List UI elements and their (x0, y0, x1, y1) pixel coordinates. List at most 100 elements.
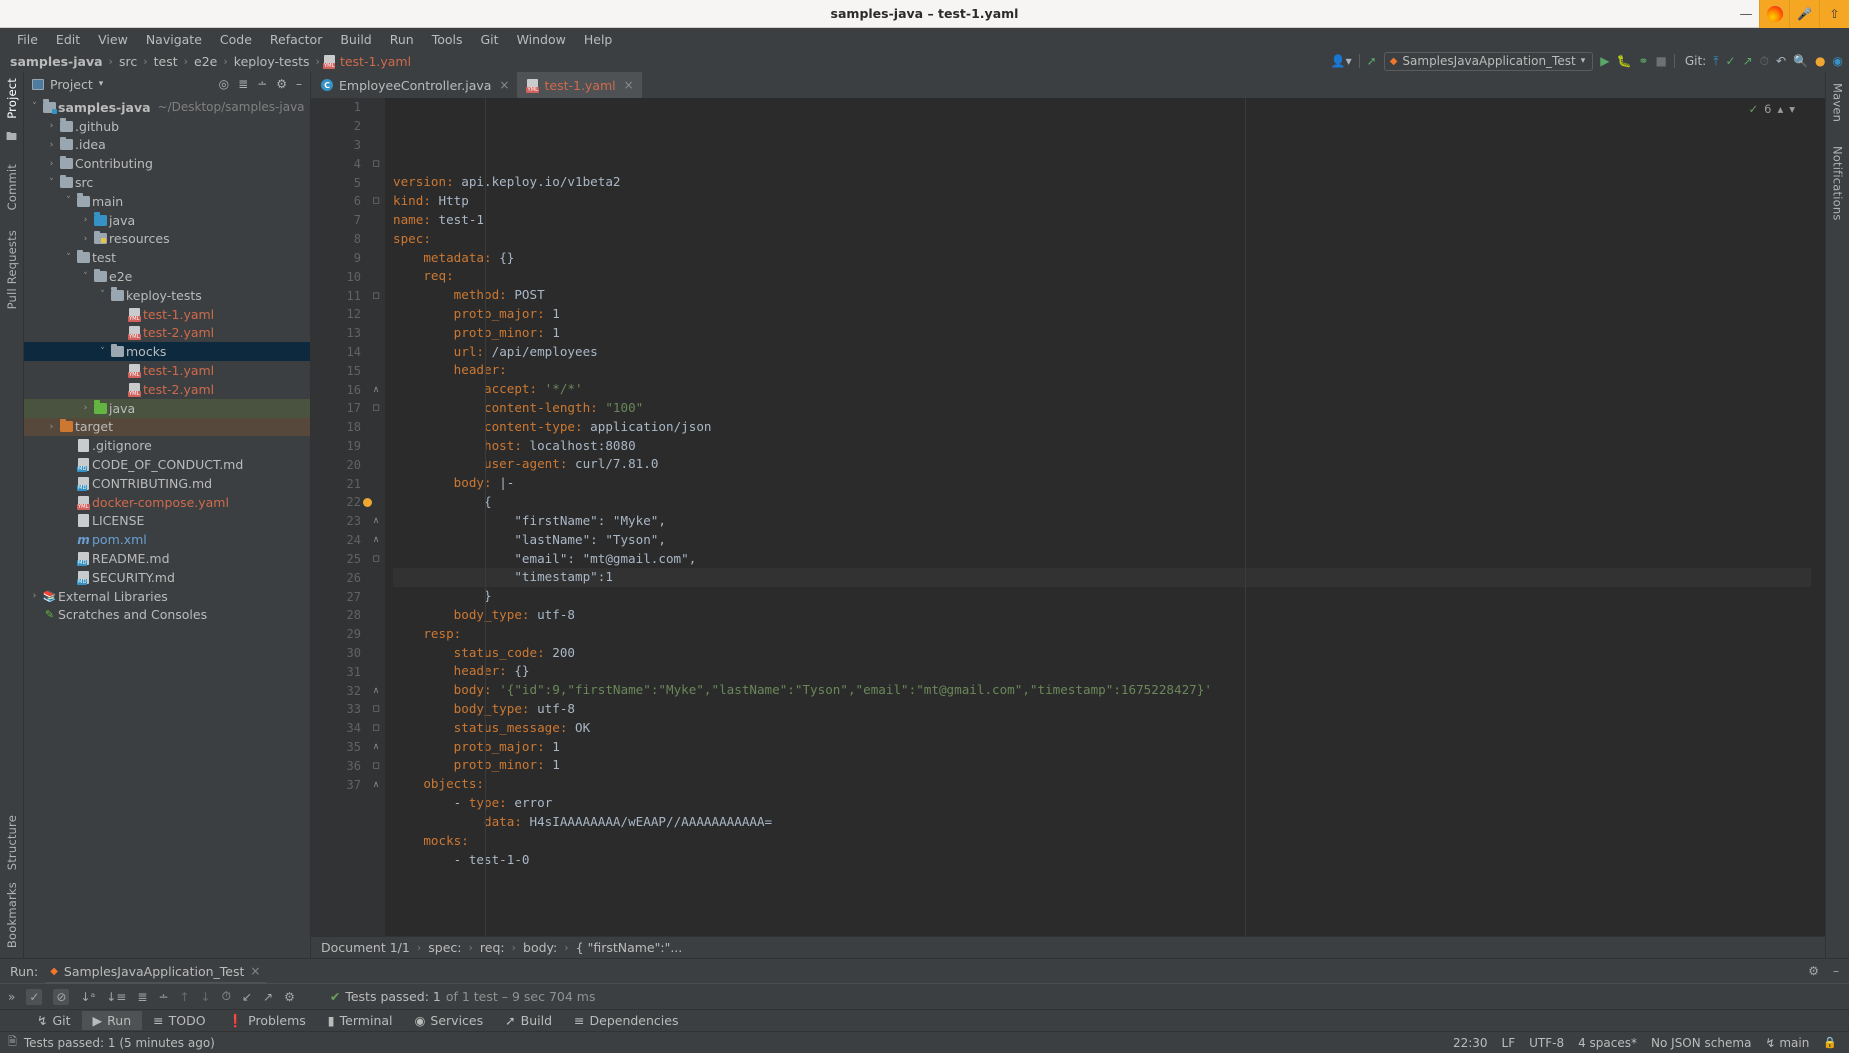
disclosure-arrow[interactable]: › (28, 591, 41, 601)
close-icon[interactable]: × (250, 964, 260, 978)
collapse-all-icon[interactable]: ∸ (158, 990, 168, 1004)
menu-window[interactable]: Window (508, 30, 575, 49)
code-line[interactable]: - type: error (393, 794, 1811, 813)
tree-item-test-1-yaml[interactable]: YML test-1.yaml (24, 305, 310, 324)
status-encoding[interactable]: UTF-8 (1529, 1036, 1564, 1050)
code-line[interactable]: body_type: utf-8 (393, 700, 1811, 719)
code-line[interactable]: proto_minor: 1 (393, 756, 1811, 775)
disclosure-arrow[interactable]: ˅ (62, 196, 75, 206)
code-line[interactable]: status_code: 200 (393, 644, 1811, 663)
tree-item-pom-xml[interactable]: m pom.xml (24, 530, 310, 549)
debug-icon[interactable]: 🐛 (1616, 55, 1631, 67)
code-line[interactable]: method: POST (393, 286, 1811, 305)
fold-marker[interactable]: ∧ (367, 681, 385, 700)
disclosure-arrow[interactable]: ˅ (96, 347, 109, 357)
code-line[interactable]: header: (393, 361, 1811, 380)
locate-icon[interactable]: ◎ (219, 77, 229, 91)
fold-marker[interactable]: ∧ (367, 531, 385, 550)
breadcrumb-keploy-tests[interactable]: keploy-tests (232, 54, 312, 69)
rail-item-structure[interactable]: Structure (5, 809, 19, 876)
code-line[interactable]: mocks: (393, 832, 1811, 851)
disclosure-arrow[interactable]: › (79, 215, 92, 225)
chevron-up-icon[interactable]: ▴ (1777, 102, 1783, 116)
code-line[interactable]: body: '{"id":9,"firstName":"Myke","lastN… (393, 681, 1811, 700)
fold-marker[interactable]: ◻ (367, 756, 385, 775)
tree-item-github[interactable]: › .github (24, 117, 310, 136)
tree-item-security-md[interactable]: MD SECURITY.md (24, 568, 310, 587)
status-indent[interactable]: 4 spaces* (1578, 1036, 1637, 1050)
tree-item-src[interactable]: ˅ src (24, 173, 310, 192)
expand-all-icon[interactable]: ≣ (238, 77, 248, 91)
microphone-icon[interactable]: 🎤 (1789, 0, 1819, 28)
inspection-widget[interactable]: ✓ 6 ▴ ▾ (1748, 102, 1795, 116)
code-line[interactable]: proto_major: 1 (393, 738, 1811, 757)
firefox-icon[interactable] (1759, 0, 1789, 28)
disclosure-arrow[interactable]: ˅ (62, 253, 75, 263)
export-results-icon[interactable]: ↗ (263, 990, 273, 1004)
fold-marker[interactable]: ◻ (367, 719, 385, 738)
chevron-up-icon[interactable]: ➚ (1367, 55, 1377, 67)
code-line[interactable]: status_message: OK (393, 719, 1811, 738)
bottom-tab-todo[interactable]: ≡ TODO (142, 1011, 216, 1030)
disclosure-arrow[interactable]: › (79, 234, 92, 244)
push-icon[interactable]: ↗ (1743, 55, 1753, 67)
menu-file[interactable]: File (8, 30, 47, 49)
intention-bulb-icon[interactable] (363, 497, 372, 507)
code-line[interactable]: proto_major: 1 (393, 305, 1811, 324)
code-line[interactable]: body: |- (393, 474, 1811, 493)
tree-item-e2e[interactable]: ˅ e2e (24, 267, 310, 286)
code-line[interactable]: data: H4sIAAAAAAAA/wEAAP//AAAAAAAAAAA= (393, 813, 1811, 832)
code-line[interactable]: host: localhost:8080 (393, 437, 1811, 456)
collapse-all-icon[interactable]: ∸ (257, 77, 267, 91)
next-test-icon[interactable]: ↓ (201, 990, 211, 1004)
code-line[interactable]: header: {} (393, 662, 1811, 681)
tree-item-samples-java[interactable]: ˅ samples-java ~/Desktop/samples-java (24, 98, 310, 117)
expand-all-icon[interactable]: ≣ (137, 990, 147, 1004)
breadcrumb-src[interactable]: src (117, 54, 139, 69)
menu-run[interactable]: Run (381, 30, 423, 49)
import-results-icon[interactable]: ↙ (242, 990, 252, 1004)
tree-item-scratches-and-consoles[interactable]: ✎ Scratches and Consoles (24, 606, 310, 625)
minimize-button[interactable]: — (1733, 7, 1759, 22)
sort-alpha-icon[interactable]: ↓​ᵃ (80, 990, 95, 1004)
tree-item-java[interactable]: › java (24, 211, 310, 230)
close-tab-icon[interactable]: × (624, 78, 634, 92)
bottom-tab-run[interactable]: ▶ Run (81, 1011, 143, 1030)
code-line[interactable]: user-agent: curl/7.81.0 (393, 455, 1811, 474)
code-line[interactable]: body_type: utf-8 (393, 606, 1811, 625)
code-folding-gutter[interactable]: ◻ ◻ ◻ ∧ ◻ ∧ ∧ ◻ ∧ ◻ ◻ ∧ ◻ ∧ (367, 98, 385, 936)
show-passed-icon[interactable]: ✓ (26, 988, 43, 1005)
disclosure-arrow[interactable]: › (45, 140, 58, 150)
prev-test-icon[interactable]: ↑ (179, 990, 189, 1004)
tree-item-license[interactable]: LICENSE (24, 512, 310, 531)
tree-item-mocks[interactable]: ˅ mocks (24, 342, 310, 362)
menu-help[interactable]: Help (575, 30, 622, 49)
breadcrumb-spec[interactable]: spec: (428, 940, 461, 955)
breadcrumb-json[interactable]: { "firstName":"... (576, 940, 683, 955)
tree-item-test-2-yaml[interactable]: YML test-2.yaml (24, 380, 310, 399)
breadcrumb-document[interactable]: Document 1/1 (321, 940, 410, 955)
disclosure-arrow[interactable]: ˅ (79, 272, 92, 282)
disclosure-arrow[interactable]: › (45, 422, 58, 432)
bottom-tab-build[interactable]: ➚ Build (494, 1011, 563, 1030)
code-line[interactable]: accept: '*/*' (393, 380, 1811, 399)
fold-marker[interactable]: ∧ (367, 775, 385, 794)
status-schema[interactable]: No JSON schema (1651, 1036, 1751, 1050)
rail-item-notifications[interactable]: Notifications (1831, 141, 1845, 226)
tree-item-external-libraries[interactable]: › 📚 External Libraries (24, 587, 310, 606)
fold-marker[interactable]: ◻ (367, 286, 385, 305)
editor-tab-employeecontroller[interactable]: C EmployeeController.java × (311, 72, 517, 98)
disclosure-arrow[interactable]: ˅ (96, 290, 109, 300)
menu-view[interactable]: View (89, 30, 137, 49)
code-line[interactable]: kind: Http (393, 192, 1811, 211)
stop-icon[interactable]: ■ (1655, 55, 1666, 67)
commit-icon[interactable]: ✓ (1726, 55, 1736, 67)
chevron-down-icon[interactable]: ▾ (1789, 102, 1795, 116)
run-tab-samplesjavaapplication[interactable]: ◆ SamplesJavaApplication_Test × (46, 964, 267, 984)
fold-marker[interactable]: ◻ (367, 192, 385, 211)
code-line[interactable]: metadata: {} (393, 249, 1811, 268)
breadcrumb-body[interactable]: body: (523, 940, 557, 955)
upload-icon[interactable]: ⇧ (1819, 0, 1849, 28)
plugin-update-icon[interactable]: ● (1815, 55, 1825, 67)
breadcrumb-file[interactable]: test-1.yaml (338, 54, 413, 69)
